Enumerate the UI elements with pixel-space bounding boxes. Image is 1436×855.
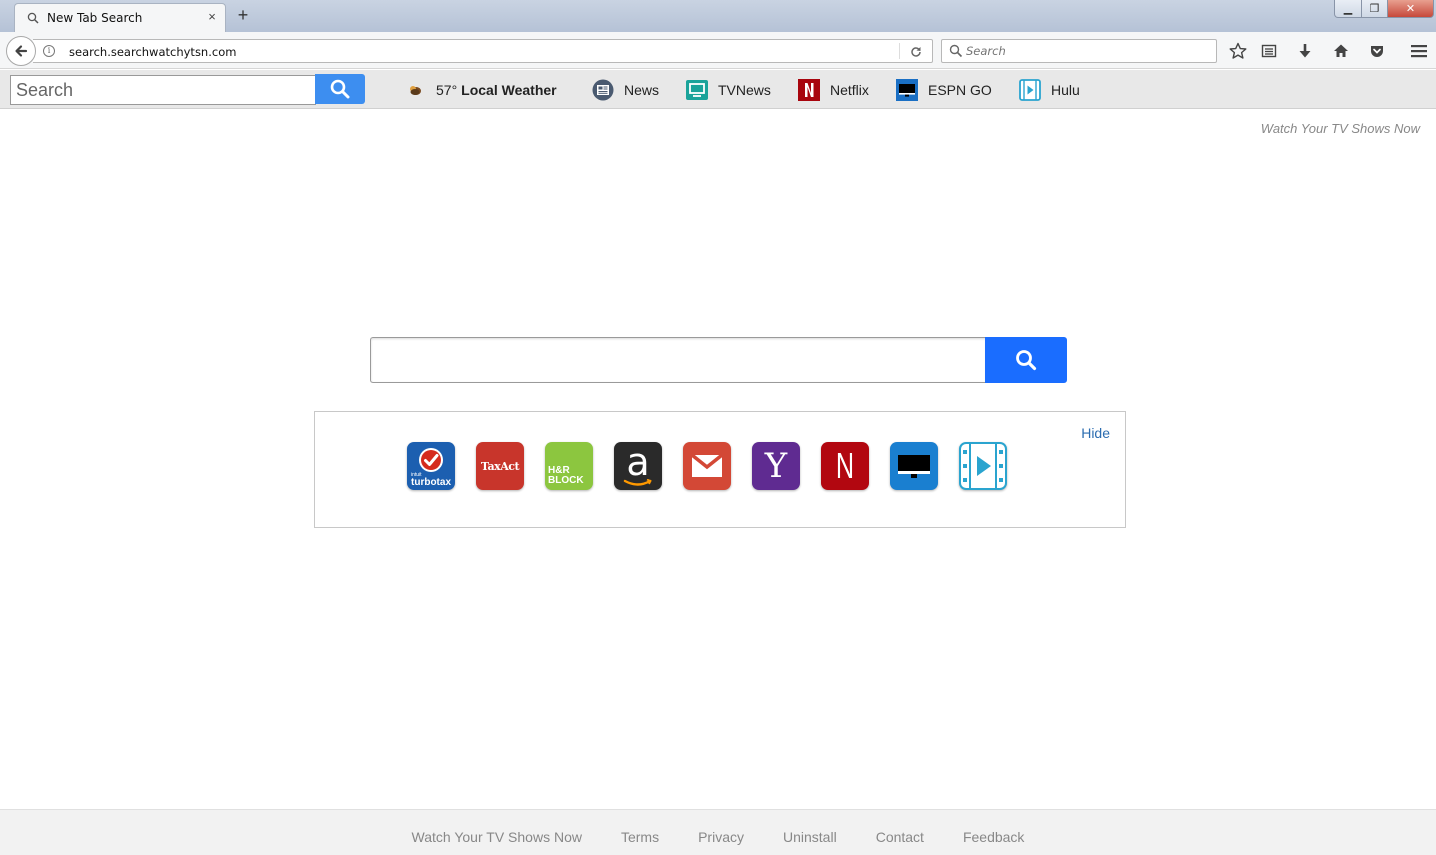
window-close-button[interactable]: ✕ — [1387, 0, 1434, 18]
tile-hulu[interactable] — [959, 442, 1007, 490]
hide-link[interactable]: Hide — [1081, 425, 1110, 441]
toolbar-link-label: News — [624, 82, 660, 98]
tab-close-icon[interactable]: × — [205, 9, 219, 24]
browser-search-bar[interactable] — [941, 39, 1217, 63]
monitor-icon — [896, 79, 918, 101]
tv-icon — [686, 79, 708, 101]
footer-link-feedback[interactable]: Feedback — [963, 829, 1024, 845]
main-search-button[interactable] — [985, 337, 1067, 383]
tile-espn[interactable] — [890, 442, 938, 490]
bookmark-star-icon[interactable] — [1228, 41, 1248, 61]
toolbar-link-espn[interactable]: ESPN GO — [896, 78, 992, 102]
turbotax-check-icon — [419, 447, 443, 472]
tab-new-tab-search[interactable]: New Tab Search × — [14, 3, 226, 32]
video-icon — [963, 444, 1003, 488]
toolbar-link-netflix[interactable]: Netflix — [798, 78, 869, 102]
extension-toolbar: 57° Local Weather News TVNews Netflix ES… — [0, 70, 1436, 109]
weather-temperature: 57° — [436, 82, 458, 98]
video-icon — [1019, 79, 1041, 101]
tile-turbotax[interactable]: intuit turbotax — [407, 442, 455, 490]
toolbar-link-label: Netflix — [830, 82, 869, 98]
window-minimize-button[interactable]: ▁ — [1334, 0, 1362, 18]
download-icon[interactable] — [1295, 41, 1315, 61]
browser-search-input[interactable] — [966, 43, 1206, 59]
new-tab-button[interactable]: + — [234, 5, 252, 25]
tile-amazon[interactable]: a — [614, 442, 662, 490]
toolbar-link-tvnews[interactable]: TVNews — [686, 78, 771, 102]
tab-title: New Tab Search — [47, 11, 143, 25]
amazon-smile-icon — [623, 479, 652, 486]
url-text[interactable]: search.searchwatchytsn.com — [69, 45, 236, 59]
toolbar-link-weather[interactable]: 57° Local Weather — [404, 78, 557, 102]
main-search-form — [370, 337, 1067, 383]
tile-yahoo[interactable]: Y — [752, 442, 800, 490]
tile-netflix-letter: N — [835, 445, 855, 486]
monitor-icon — [898, 455, 930, 478]
tile-gmail[interactable] — [683, 442, 731, 490]
toolbar-link-label: ESPN GO — [928, 82, 992, 98]
arrow-left-icon — [15, 45, 28, 57]
tile-taxact[interactable]: TaxAct — [476, 442, 524, 490]
navigation-bar: i search.searchwatchytsn.com — [0, 32, 1436, 69]
toolbar-link-label: TVNews — [718, 82, 771, 98]
mail-icon — [691, 454, 723, 477]
quick-links-panel: Hide intuit turbotax TaxAct H&R BLOCK a … — [314, 411, 1126, 528]
reload-icon[interactable] — [909, 45, 923, 59]
toolbar-link-label: Hulu — [1051, 82, 1080, 98]
url-bar[interactable]: i search.searchwatchytsn.com — [33, 39, 933, 63]
tile-hrblock-line2: BLOCK — [548, 475, 584, 486]
url-divider — [899, 43, 900, 59]
search-icon — [330, 79, 350, 99]
search-icon — [27, 12, 39, 24]
back-button[interactable] — [6, 36, 36, 66]
footer-links: Watch Your TV Shows Now Terms Privacy Un… — [0, 829, 1436, 845]
toolbar-search-button[interactable] — [315, 74, 365, 104]
toolbar-link-hulu[interactable]: Hulu — [1019, 78, 1080, 102]
weather-label: Local Weather — [461, 82, 557, 98]
footer: Watch Your TV Shows Now Terms Privacy Un… — [0, 809, 1436, 855]
tile-netflix[interactable]: N — [821, 442, 869, 490]
search-icon — [949, 44, 963, 58]
main-search-input[interactable] — [370, 337, 986, 383]
netflix-icon — [798, 79, 820, 101]
menu-icon[interactable] — [1409, 41, 1429, 61]
tile-amazon-letter: a — [626, 442, 650, 484]
tile-turbotax-line2: turbotax — [411, 476, 451, 488]
home-icon[interactable] — [1331, 41, 1351, 61]
footer-link-home[interactable]: Watch Your TV Shows Now — [412, 829, 582, 845]
toolbar-search-input[interactable] — [10, 75, 316, 105]
window-maximize-button[interactable]: ❐ — [1361, 0, 1388, 18]
brand-label[interactable]: Watch Your TV Shows Now — [1261, 121, 1420, 136]
tile-taxact-label: TaxAct — [480, 459, 520, 473]
search-icon — [1016, 350, 1037, 371]
footer-link-contact[interactable]: Contact — [876, 829, 924, 845]
tile-hrblock[interactable]: H&R BLOCK — [545, 442, 593, 490]
info-icon[interactable]: i — [43, 45, 55, 57]
bookmarks-list-icon[interactable] — [1259, 41, 1279, 61]
news-icon — [592, 79, 614, 101]
footer-link-uninstall[interactable]: Uninstall — [783, 829, 837, 845]
weather-icon — [404, 79, 426, 101]
footer-link-privacy[interactable]: Privacy — [698, 829, 744, 845]
footer-link-terms[interactable]: Terms — [621, 829, 659, 845]
toolbar-link-news[interactable]: News — [592, 78, 659, 102]
title-bar: New Tab Search × + ▁ ❐ ✕ — [0, 0, 1436, 32]
tile-yahoo-letter: Y — [764, 446, 788, 486]
pocket-icon[interactable] — [1367, 41, 1387, 61]
